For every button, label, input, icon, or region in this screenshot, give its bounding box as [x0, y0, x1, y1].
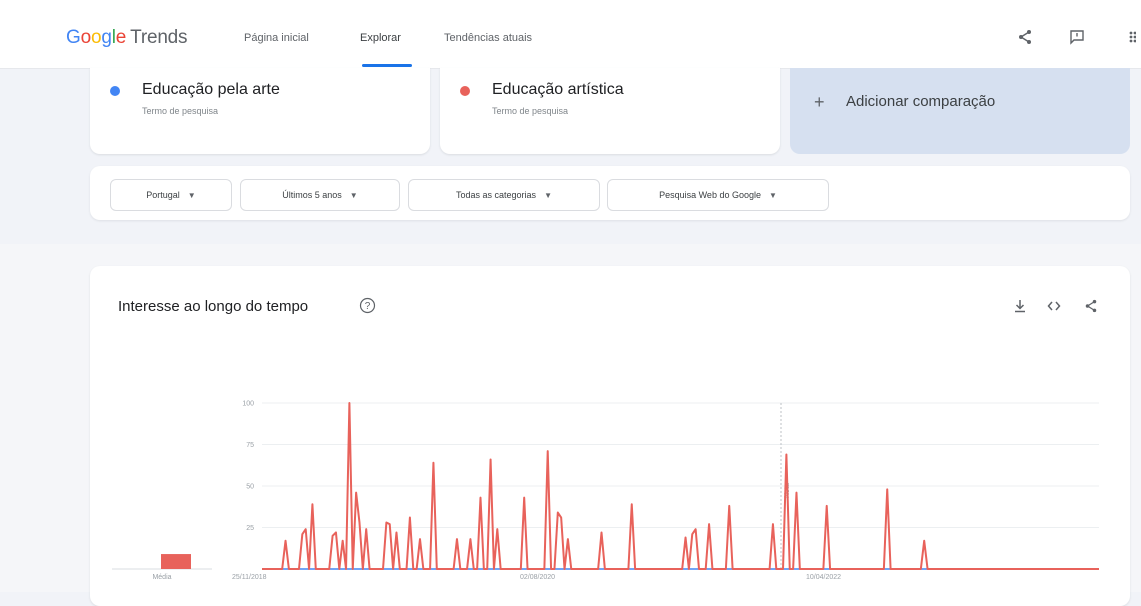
chart-average-panel: Média [112, 554, 212, 581]
average-bar [161, 554, 191, 569]
y-tick-label: 75 [246, 442, 254, 449]
chart-y-axis: 100 75 50 25 [242, 401, 254, 533]
x-tick-label: 10/04/2022 [806, 574, 841, 581]
interest-chart: 100 75 50 25 25/11/2018 02/08/2020 10/04/2022… [112, 401, 1099, 581]
y-tick-label: 100 [242, 401, 254, 408]
average-label: Média [152, 574, 171, 581]
x-tick-label: 02/08/2020 [520, 574, 555, 581]
chart-x-axis: 25/11/2018 02/08/2020 10/04/2022 [232, 574, 841, 581]
y-tick-label: 25 [246, 525, 254, 532]
y-tick-label: 50 [246, 484, 254, 491]
chart-grid [262, 402, 1099, 570]
x-tick-label: 25/11/2018 [232, 574, 267, 581]
